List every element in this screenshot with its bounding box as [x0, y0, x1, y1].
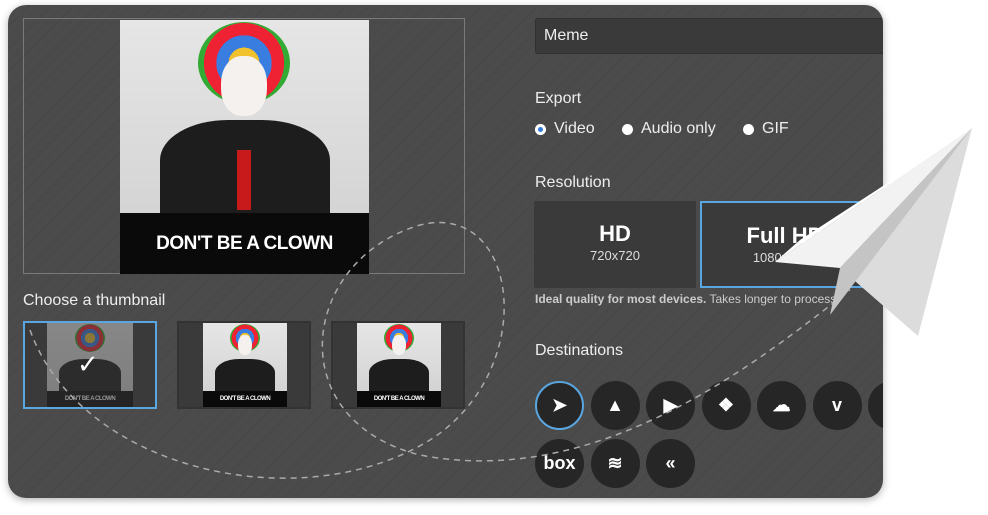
google-drive-icon: ▲ — [606, 395, 624, 415]
resolution-size: 720x720 — [590, 248, 640, 263]
thumbnail-1[interactable]: DON'T BE A CLOWN ✓ — [23, 321, 157, 409]
radio-label: GIF — [762, 120, 789, 137]
destination-box[interactable]: box — [535, 439, 584, 488]
resolution-name: HD — [599, 221, 631, 246]
radio-gif[interactable]: GIF — [743, 120, 789, 138]
box-icon: box — [543, 453, 576, 473]
destination-send[interactable]: ➤ — [535, 381, 584, 430]
resolution-name: Full HD — [746, 223, 824, 248]
preview-image: DON'T BE A CLOWN — [120, 20, 369, 274]
thumbnail-2[interactable]: DON'T BE A CLOWN — [177, 321, 311, 409]
destinations-label: Destinations — [535, 342, 624, 359]
radio-label: Audio only — [641, 120, 716, 137]
radio-audio-only[interactable]: Audio only — [622, 120, 716, 138]
video-preview: DON'T BE A CLOWN — [23, 18, 465, 274]
thumbnail-caption: DON'T BE A CLOWN — [203, 391, 287, 407]
thumbnail-caption: DON'T BE A CLOWN — [47, 391, 133, 407]
onedrive-icon: ☁ — [772, 395, 791, 415]
destination-google-drive[interactable]: ▲ — [590, 381, 640, 430]
resolution-full-hd[interactable]: Full HD 1080x1080 — [700, 201, 870, 288]
destination-vimeo[interactable]: v — [812, 381, 862, 430]
title-input[interactable]: Meme — [535, 18, 883, 54]
kaltura-icon: « — [665, 453, 676, 473]
export-label: Export — [535, 90, 582, 107]
wistia-icon: ≋ — [607, 453, 623, 473]
check-icon: ✓ — [77, 349, 99, 379]
destination-onedrive[interactable]: ☁ — [757, 381, 806, 430]
resolution-label: Resolution — [535, 174, 611, 191]
destination-wistia[interactable]: ≋ — [590, 439, 640, 488]
radio-video[interactable]: Video — [535, 120, 595, 138]
destination-facebook[interactable]: f — [868, 381, 883, 430]
send-icon: ➤ — [551, 395, 568, 415]
destination-kaltura[interactable]: « — [646, 439, 695, 488]
export-panel: DON'T BE A CLOWN Choose a thumbnail DON'… — [8, 5, 883, 498]
vimeo-icon: v — [831, 395, 842, 415]
radio-label: Video — [554, 120, 595, 137]
thumbnail-label: Choose a thumbnail — [23, 292, 166, 309]
destination-youtube[interactable]: ▶ — [646, 381, 695, 430]
preview-caption: DON'T BE A CLOWN — [120, 213, 369, 274]
thumbnail-3[interactable]: DON'T BE A CLOWN — [331, 321, 465, 409]
resolution-hint: Ideal quality for most devices. Takes lo… — [535, 292, 840, 306]
youtube-icon: ▶ — [663, 395, 678, 415]
destination-dropbox[interactable]: ❖ — [701, 381, 751, 430]
dropbox-icon: ❖ — [717, 395, 735, 415]
thumbnail-caption: DON'T BE A CLOWN — [357, 391, 441, 407]
resolution-size: 1080x1080 — [752, 250, 818, 265]
resolution-hd[interactable]: HD 720x720 — [534, 201, 696, 288]
